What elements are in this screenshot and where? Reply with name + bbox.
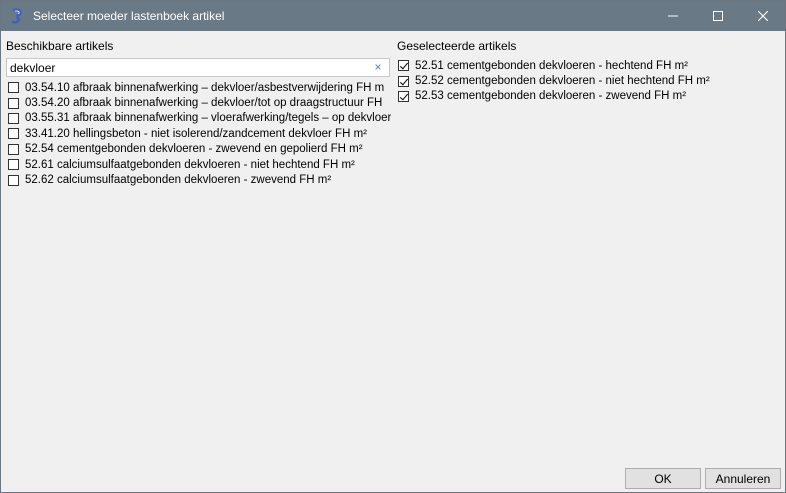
article-label: 03.54.10 afbraak binnenafwerking – dekvl… bbox=[25, 81, 385, 94]
close-button[interactable] bbox=[740, 1, 785, 31]
search-input[interactable] bbox=[10, 60, 365, 75]
app-logo-icon bbox=[10, 8, 26, 24]
close-icon bbox=[757, 11, 768, 21]
article-label: 52.61 calciumsulfaatgebonden dekvloeren … bbox=[25, 158, 355, 171]
available-article-item[interactable]: 52.62 calciumsulfaatgebonden dekvloeren … bbox=[8, 172, 391, 187]
checkbox-unchecked[interactable] bbox=[8, 143, 19, 155]
checkbox-unchecked[interactable] bbox=[8, 97, 19, 109]
checkbox-unchecked[interactable] bbox=[8, 128, 19, 140]
available-article-item[interactable]: 03.55.31 afbraak binnenafwerking – vloer… bbox=[8, 111, 391, 126]
checkbox-unchecked[interactable] bbox=[8, 174, 19, 186]
selected-articles-label: Geselecteerde artikels bbox=[397, 39, 517, 53]
article-label: 52.62 calciumsulfaatgebonden dekvloeren … bbox=[25, 174, 332, 187]
maximize-icon bbox=[712, 11, 723, 21]
article-label: 33.41.20 hellingsbeton - niet isolerend/… bbox=[25, 127, 367, 140]
article-label: 52.51 cementgebonden dekvloeren - hechte… bbox=[415, 59, 688, 72]
maximize-button[interactable] bbox=[695, 1, 740, 31]
article-label: 52.54 cementgebonden dekvloeren - zweven… bbox=[25, 143, 363, 156]
selected-articles-list: 52.51 cementgebonden dekvloeren - hechte… bbox=[398, 58, 778, 108]
checkbox-unchecked[interactable] bbox=[8, 112, 19, 124]
minimize-icon bbox=[667, 15, 678, 17]
checkbox-unchecked[interactable] bbox=[8, 159, 19, 171]
available-article-item[interactable]: 52.54 cementgebonden dekvloeren - zweven… bbox=[8, 142, 391, 157]
cancel-button[interactable]: Annuleren bbox=[705, 468, 781, 489]
available-article-item[interactable]: 52.61 calciumsulfaatgebonden dekvloeren … bbox=[8, 157, 391, 172]
article-label: 03.54.20 afbraak binnenafwerking – dekvl… bbox=[25, 97, 383, 110]
dialog-window: Selecteer moeder lastenboek artikel Besc… bbox=[0, 0, 786, 493]
window-title: Selecteer moeder lastenboek artikel bbox=[33, 9, 225, 23]
available-article-item[interactable]: 03.54.10 afbraak binnenafwerking – dekvl… bbox=[8, 80, 391, 95]
available-article-item[interactable]: 33.41.20 hellingsbeton - niet isolerend/… bbox=[8, 126, 391, 141]
ok-button[interactable]: OK bbox=[625, 468, 701, 489]
minimize-button[interactable] bbox=[650, 1, 695, 31]
article-label: 03.55.31 afbraak binnenafwerking – vloer… bbox=[25, 112, 391, 125]
checkbox-checked[interactable] bbox=[398, 75, 409, 87]
selected-article-item[interactable]: 52.53 cementgebonden dekvloeren - zweven… bbox=[398, 89, 778, 104]
search-box[interactable]: × bbox=[6, 58, 390, 77]
title-bar[interactable]: Selecteer moeder lastenboek artikel bbox=[1, 1, 785, 31]
checkbox-unchecked[interactable] bbox=[8, 82, 19, 94]
checkbox-checked[interactable] bbox=[398, 60, 409, 72]
clear-search-icon[interactable]: × bbox=[372, 61, 384, 74]
checkbox-checked[interactable] bbox=[398, 90, 409, 102]
article-label: 52.52 cementgebonden dekvloeren - niet h… bbox=[415, 75, 710, 88]
selected-article-item[interactable]: 52.52 cementgebonden dekvloeren - niet h… bbox=[398, 73, 778, 88]
article-label: 52.53 cementgebonden dekvloeren - zweven… bbox=[415, 90, 687, 103]
selected-article-item[interactable]: 52.51 cementgebonden dekvloeren - hechte… bbox=[398, 58, 778, 73]
available-articles-label: Beschikbare artikels bbox=[6, 39, 114, 53]
available-articles-list: 03.54.10 afbraak binnenafwerking – dekvl… bbox=[8, 80, 391, 190]
available-article-item[interactable]: 03.54.20 afbraak binnenafwerking – dekvl… bbox=[8, 95, 391, 110]
